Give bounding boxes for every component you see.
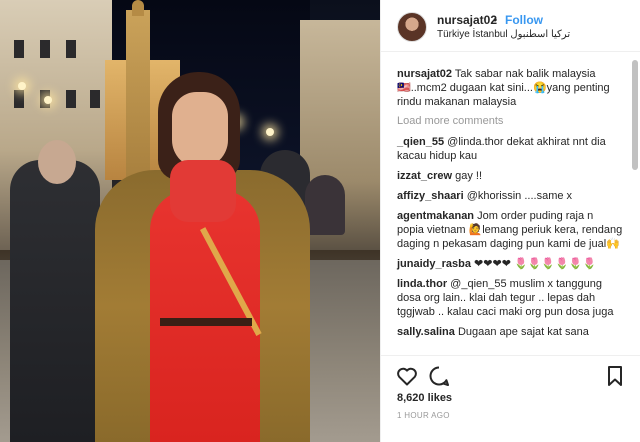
bell-tower — [126, 10, 150, 180]
caption-username[interactable]: nursajat02 — [397, 68, 452, 80]
comment-text: Dugaan ape sajat kat sana — [457, 326, 589, 338]
avatar[interactable] — [397, 12, 427, 42]
location-link[interactable]: Türkiye İstanbul تركيا اسطنبول — [437, 29, 570, 40]
comment-item: junaidy_rasba ❤❤❤❤ 🌷🌷🌷🌷🌷🌷 — [397, 257, 623, 271]
comment-text: gay !! — [455, 170, 482, 182]
street-lamp — [266, 128, 274, 136]
comment-item: linda.thor @_qien_55 muslim x tanggung d… — [397, 277, 623, 319]
comments-scrollbar[interactable] — [632, 60, 638, 170]
comment-icon[interactable] — [427, 364, 451, 388]
comment-username[interactable]: izzat_crew — [397, 170, 452, 182]
comment-username[interactable]: junaidy_rasba — [397, 258, 471, 270]
header-separator: • — [493, 13, 498, 27]
comment-username[interactable]: _qien_55 — [397, 136, 444, 148]
comment-text: ❤❤❤❤ 🌷🌷🌷🌷🌷🌷 — [474, 258, 597, 270]
comment-username[interactable]: affizy_shaari — [397, 190, 464, 202]
comment-item: agentmakanan Jom order puding raja n pop… — [397, 209, 623, 251]
post-sidebar: nursajat02 • Follow Türkiye İstanbul ترك… — [380, 0, 640, 442]
header-username[interactable]: nursajat02 — [437, 13, 497, 27]
follow-button[interactable]: Follow — [505, 13, 543, 27]
comment-item: _qien_55 @linda.thor dekat akhirat nnt d… — [397, 135, 623, 163]
pedestrian — [305, 175, 345, 235]
comment-username[interactable]: linda.thor — [397, 278, 447, 290]
comment-username[interactable]: agentmakanan — [397, 210, 474, 222]
likes-count[interactable]: 8,620 likes — [397, 392, 452, 404]
woman-face — [172, 92, 228, 168]
man-in-black-coat — [10, 160, 100, 442]
post-photo[interactable] — [0, 0, 380, 442]
action-bar — [381, 355, 640, 395]
comment-item: izzat_crew gay !! — [397, 169, 623, 183]
belt — [160, 318, 252, 326]
street-lamp — [44, 96, 52, 104]
street-lamp — [18, 82, 26, 90]
comment-item: affizy_shaari @khorissin ....same x — [397, 189, 623, 203]
tower-top — [132, 0, 144, 16]
comments-list[interactable]: nursajat02 Tak sabar nak balik malaysia … — [381, 53, 633, 350]
load-more-comments-link[interactable]: Load more comments — [397, 115, 623, 127]
man-head — [38, 140, 76, 184]
caption: nursajat02 Tak sabar nak balik malaysia … — [397, 67, 623, 109]
comment-text: @khorissin ....same x — [466, 190, 573, 202]
post-timestamp[interactable]: 1 HOUR AGO — [397, 411, 450, 420]
heart-icon[interactable] — [395, 364, 419, 388]
bookmark-icon[interactable] — [603, 364, 627, 388]
comment-item: sally.salina Dugaan ape sajat kat sana — [397, 325, 623, 339]
red-scarf — [170, 160, 236, 222]
comment-username[interactable]: sally.salina — [397, 326, 455, 338]
post-header: nursajat02 • Follow Türkiye İstanbul ترك… — [381, 0, 640, 52]
